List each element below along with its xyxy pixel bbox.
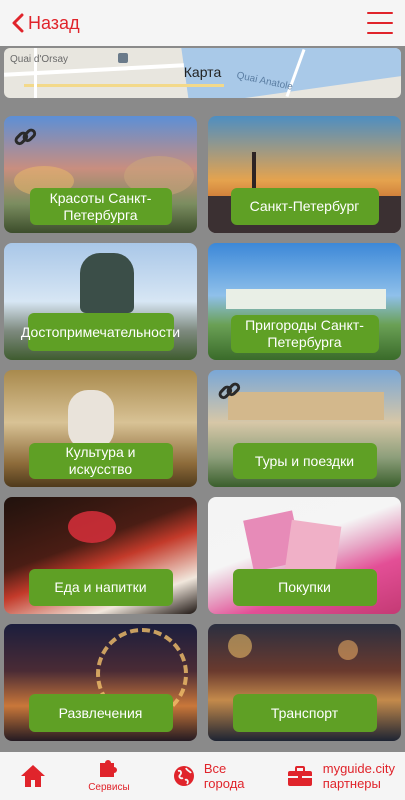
tile-label: Достопримечательности — [21, 313, 180, 351]
tile-label: Развлечения — [28, 694, 173, 732]
tile-suburbs[interactable]: Пригороды Санкт-Петербурга — [208, 243, 401, 360]
tile-label: Культура и искусство — [28, 443, 173, 479]
back-button[interactable]: Назад — [12, 13, 80, 34]
tile-label: Покупки — [232, 569, 377, 606]
map-banner[interactable]: Quai d'Orsay Quai Anatole Карта — [4, 48, 401, 98]
partners-button[interactable]: myguide.city партнеры — [287, 761, 395, 791]
all-cities-label: Все — [203, 761, 227, 776]
tile-label: Еда и напитки — [28, 569, 173, 606]
chevron-left-icon — [12, 13, 24, 33]
tile-label: Транспорт — [232, 694, 377, 732]
services-label: Сервисы — [88, 782, 130, 793]
all-cities-button[interactable]: Все города — [172, 761, 245, 791]
home-icon — [21, 765, 45, 787]
link-icon — [218, 382, 241, 400]
bottom-nav: Сервисы Все города myguide.city партнеры — [0, 752, 405, 800]
link-icon — [14, 128, 37, 146]
tile-label: Санкт-Петербург — [230, 188, 379, 225]
tile-saint-petersburg[interactable]: Санкт-Петербург — [208, 116, 401, 233]
tile-sights[interactable]: Достопримечательности — [4, 243, 197, 360]
category-grid: Красоты Санкт-Петербурга Санкт-Петербург… — [4, 116, 401, 741]
tile-shopping[interactable]: Покупки — [208, 497, 401, 614]
tile-entertainment[interactable]: Развлечения — [4, 624, 197, 741]
tile-tours-trips[interactable]: Туры и поездки — [208, 370, 401, 487]
home-button[interactable] — [20, 764, 46, 788]
tile-transport[interactable]: Транспорт — [208, 624, 401, 741]
back-label: Назад — [28, 12, 80, 33]
services-button[interactable]: Сервисы — [88, 757, 130, 795]
top-bar: Назад — [0, 0, 405, 46]
partners-label: партнеры — [322, 776, 381, 791]
tile-label: Туры и поездки — [232, 443, 377, 479]
tile-culture-art[interactable]: Культура и искусство — [4, 370, 197, 487]
map-label: Карта — [183, 64, 222, 80]
tile-label: Красоты Санкт-Петербурга — [29, 188, 172, 225]
hamburger-menu-icon[interactable] — [367, 12, 393, 34]
tile-food-drinks[interactable]: Еда и напитки — [4, 497, 197, 614]
briefcase-icon — [287, 766, 312, 786]
partners-label: myguide.city — [322, 761, 395, 776]
tile-label: Пригороды Санкт-Петербурга — [230, 315, 379, 353]
globe-icon — [173, 766, 194, 786]
puzzle-icon — [99, 760, 117, 777]
tile-beauty-spb[interactable]: Красоты Санкт-Петербурга — [4, 116, 197, 233]
all-cities-label: города — [203, 776, 245, 791]
metro-icon — [118, 53, 128, 63]
